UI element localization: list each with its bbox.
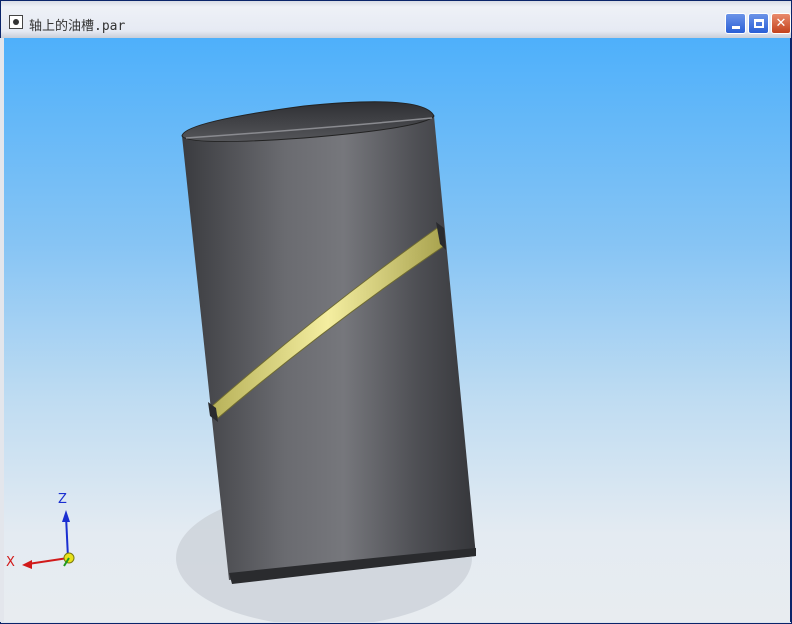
window-title: 轴上的油槽.par	[29, 19, 126, 34]
document-icon[interactable]	[9, 15, 23, 29]
model-scene[interactable]	[4, 38, 790, 622]
close-icon: ✕	[775, 16, 787, 31]
maximize-icon	[753, 19, 764, 28]
minimize-button[interactable]	[725, 13, 746, 34]
z-axis-arrow	[62, 510, 70, 522]
minimize-icon	[731, 26, 740, 29]
x-axis-label: X	[6, 555, 15, 570]
maximize-button[interactable]	[748, 13, 769, 34]
coordinate-triad[interactable]	[22, 510, 75, 569]
close-button[interactable]: ✕	[771, 13, 791, 34]
z-axis-line	[65, 515, 69, 559]
3d-viewport[interactable]: Z X	[4, 38, 790, 622]
x-axis-arrow	[22, 560, 32, 569]
shaft-body[interactable]	[182, 116, 476, 580]
title-bar[interactable]: 轴上的油槽.par ✕	[1, 1, 791, 39]
z-axis-label: Z	[58, 492, 67, 507]
x-axis-line	[27, 557, 69, 565]
